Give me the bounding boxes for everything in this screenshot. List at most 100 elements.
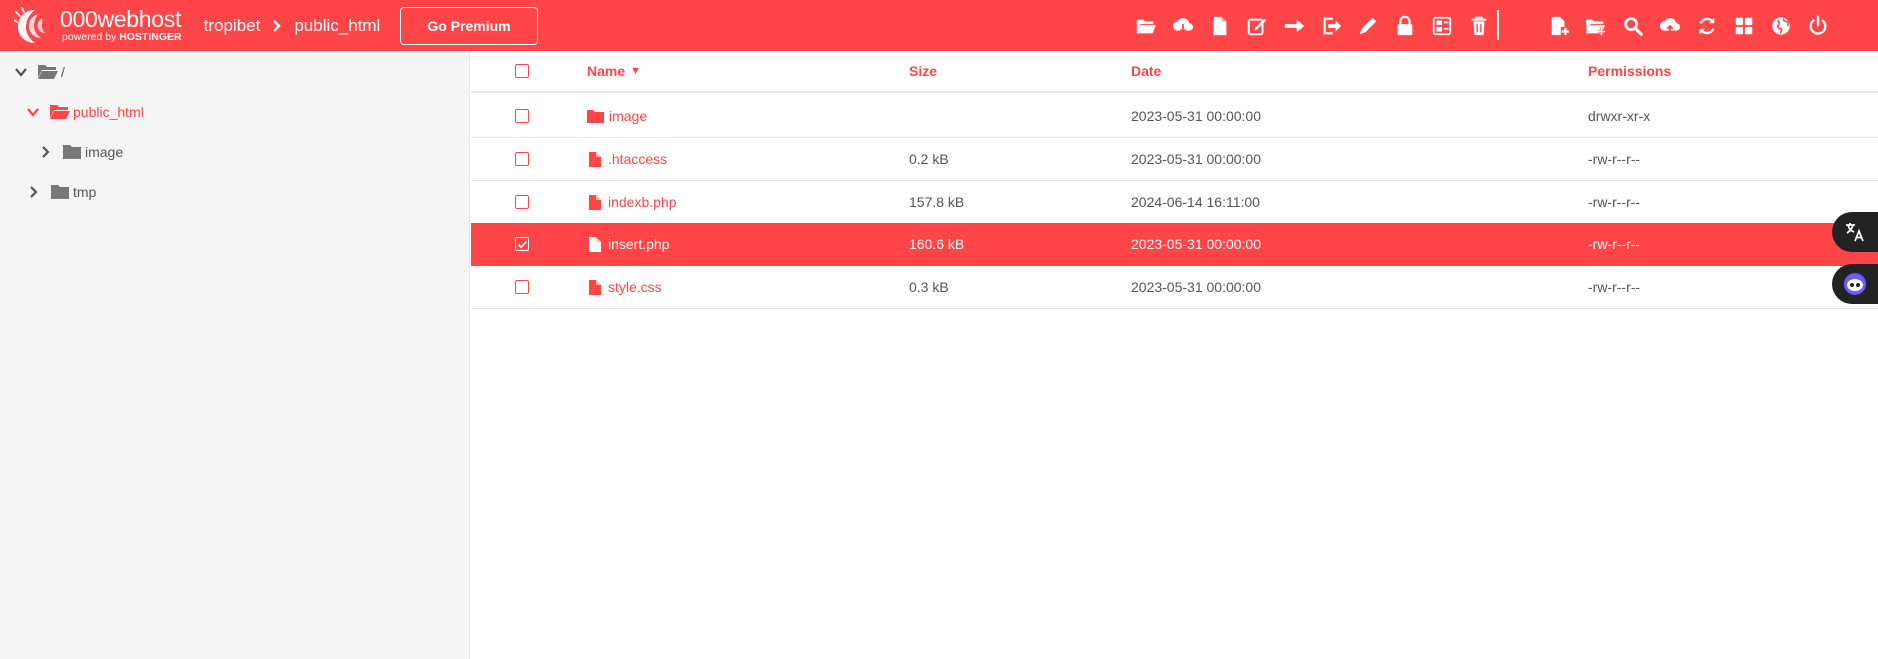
- file-icon: [589, 151, 603, 167]
- chevron-right-icon[interactable]: [26, 185, 40, 199]
- row-checkbox[interactable]: [515, 109, 529, 123]
- table-row[interactable]: image 2023-05-31 00:00:00 drwxr-xr-x: [471, 95, 1878, 138]
- row-checkbox[interactable]: [515, 195, 529, 209]
- assistant-icon: [1844, 273, 1866, 295]
- chevron-down-icon[interactable]: [26, 105, 40, 119]
- new-folder-icon[interactable]: [1577, 0, 1614, 51]
- row-checkbox[interactable]: [515, 280, 529, 294]
- file-icon: [589, 236, 603, 252]
- folder-tree: / public_html image tmp: [0, 51, 470, 659]
- rename-pencil-icon[interactable]: [1349, 0, 1386, 51]
- file-name-cell[interactable]: insert.php: [589, 223, 669, 265]
- file-name: .htaccess: [608, 151, 668, 167]
- checkmark-icon: [517, 240, 527, 248]
- file-actions-toolbar: [1127, 0, 1497, 51]
- folder-open-icon: [50, 104, 70, 120]
- file-size: 157.8 kB: [909, 194, 965, 210]
- file-permissions: -rw-r--r--: [1588, 151, 1641, 167]
- export-icon[interactable]: [1312, 0, 1349, 51]
- column-header-size[interactable]: Size: [909, 51, 937, 91]
- column-header-permissions[interactable]: Permissions: [1588, 51, 1671, 91]
- tree-root[interactable]: /: [14, 60, 65, 84]
- table-row[interactable]: indexb.php 157.8 kB 2024-06-14 16:11:00 …: [471, 181, 1878, 224]
- table-row-selected[interactable]: insert.php 160.6 kB 2023-05-31 00:00:00 …: [471, 223, 1878, 266]
- brand-tagline-prefix: powered by: [62, 31, 117, 44]
- file-date: 2023-05-31 00:00:00: [1131, 236, 1261, 252]
- file-size: 160.6 kB: [909, 236, 965, 252]
- grid-icon[interactable]: [1725, 0, 1762, 51]
- refresh-icon[interactable]: [1688, 0, 1725, 51]
- file-permissions: -rw-r--r--: [1588, 279, 1641, 295]
- select-all-checkbox[interactable]: [515, 64, 529, 78]
- tree-root-label: /: [61, 64, 65, 80]
- toolbar-divider: [1497, 10, 1499, 40]
- file-icon[interactable]: [1201, 0, 1238, 51]
- folder-icon: [50, 184, 70, 200]
- file-name-cell[interactable]: .htaccess: [589, 138, 667, 180]
- tree-item-label: image: [85, 144, 124, 160]
- file-name: image: [609, 108, 648, 124]
- file-permissions: -rw-r--r--: [1588, 194, 1641, 210]
- edit-icon[interactable]: [1238, 0, 1275, 51]
- file-name: insert.php: [608, 236, 670, 252]
- folder-icon: [62, 144, 82, 160]
- row-checkbox-checked[interactable]: [515, 237, 529, 251]
- globe-icon[interactable]: [1762, 0, 1799, 51]
- breadcrumb: tropibet public_html: [204, 16, 381, 36]
- file-date: 2023-05-31 00:00:00: [1131, 108, 1261, 124]
- file-icon: [589, 279, 603, 295]
- file-date: 2023-05-31 00:00:00: [1131, 151, 1261, 167]
- folder-open-icon[interactable]: [1127, 0, 1164, 51]
- file-name-cell[interactable]: image: [587, 95, 647, 137]
- trash-icon[interactable]: [1460, 0, 1497, 51]
- file-date: 2024-06-14 16:11:00: [1131, 194, 1260, 210]
- file-permissions: drwxr-xr-x: [1588, 108, 1651, 124]
- tree-item-label: public_html: [73, 104, 144, 120]
- column-header-date[interactable]: Date: [1131, 51, 1161, 91]
- tree-item-label: tmp: [73, 184, 97, 200]
- file-name: indexb.php: [608, 194, 677, 210]
- brand-logo[interactable]: 000webhost powered by HOSTINGER: [14, 0, 182, 51]
- logo-swirl-icon: [14, 6, 45, 43]
- select-all-cell: [515, 51, 529, 91]
- go-premium-button[interactable]: Go Premium: [400, 6, 538, 45]
- translate-icon: [1846, 223, 1864, 242]
- table-header: Name ▼ Size Date Permissions: [471, 51, 1878, 93]
- file-date: 2023-05-31 00:00:00: [1131, 279, 1261, 295]
- top-bar: 000webhost powered by HOSTINGER tropibet…: [0, 0, 1878, 51]
- tree-item-image[interactable]: image: [38, 140, 123, 164]
- folder-open-icon: [38, 64, 58, 80]
- chevron-down-icon[interactable]: [14, 65, 28, 79]
- move-arrow-icon[interactable]: [1275, 0, 1312, 51]
- sort-desc-icon: ▼: [630, 65, 642, 77]
- translate-widget-button[interactable]: [1832, 212, 1878, 252]
- table-row[interactable]: style.css 0.3 kB 2023-05-31 00:00:00 -rw…: [471, 266, 1878, 309]
- archive-icon[interactable]: [1423, 0, 1460, 51]
- file-name-cell[interactable]: style.css: [589, 266, 662, 308]
- tree-item-tmp[interactable]: tmp: [26, 180, 96, 204]
- breadcrumb-item-tropibet[interactable]: tropibet: [204, 16, 261, 36]
- file-icon: [589, 194, 603, 210]
- file-size: 0.2 kB: [909, 151, 949, 167]
- search-icon[interactable]: [1614, 0, 1651, 51]
- table-row[interactable]: .htaccess 0.2 kB 2023-05-31 00:00:00 -rw…: [471, 138, 1878, 181]
- breadcrumb-item-public-html[interactable]: public_html: [294, 16, 380, 36]
- chevron-right-icon: [272, 19, 282, 32]
- new-file-icon[interactable]: [1540, 0, 1577, 51]
- brand-tagline: powered by HOSTINGER: [62, 32, 182, 43]
- file-name: style.css: [608, 279, 662, 295]
- file-list: Name ▼ Size Date Permissions image 2023-…: [471, 51, 1878, 659]
- assistant-widget-button[interactable]: [1832, 264, 1878, 304]
- upload-icon[interactable]: [1651, 0, 1688, 51]
- tree-item-public-html[interactable]: public_html: [26, 100, 144, 124]
- brand-name: 000webhost: [60, 6, 182, 33]
- chevron-right-icon[interactable]: [38, 145, 52, 159]
- cloud-download-icon[interactable]: [1164, 0, 1201, 51]
- file-size: 0.3 kB: [909, 279, 949, 295]
- lock-icon[interactable]: [1386, 0, 1423, 51]
- column-header-name[interactable]: Name ▼: [587, 51, 641, 91]
- power-icon[interactable]: [1799, 0, 1836, 51]
- file-permissions: -rw-r--r--: [1588, 236, 1641, 252]
- file-name-cell[interactable]: indexb.php: [589, 181, 677, 223]
- row-checkbox[interactable]: [515, 152, 529, 166]
